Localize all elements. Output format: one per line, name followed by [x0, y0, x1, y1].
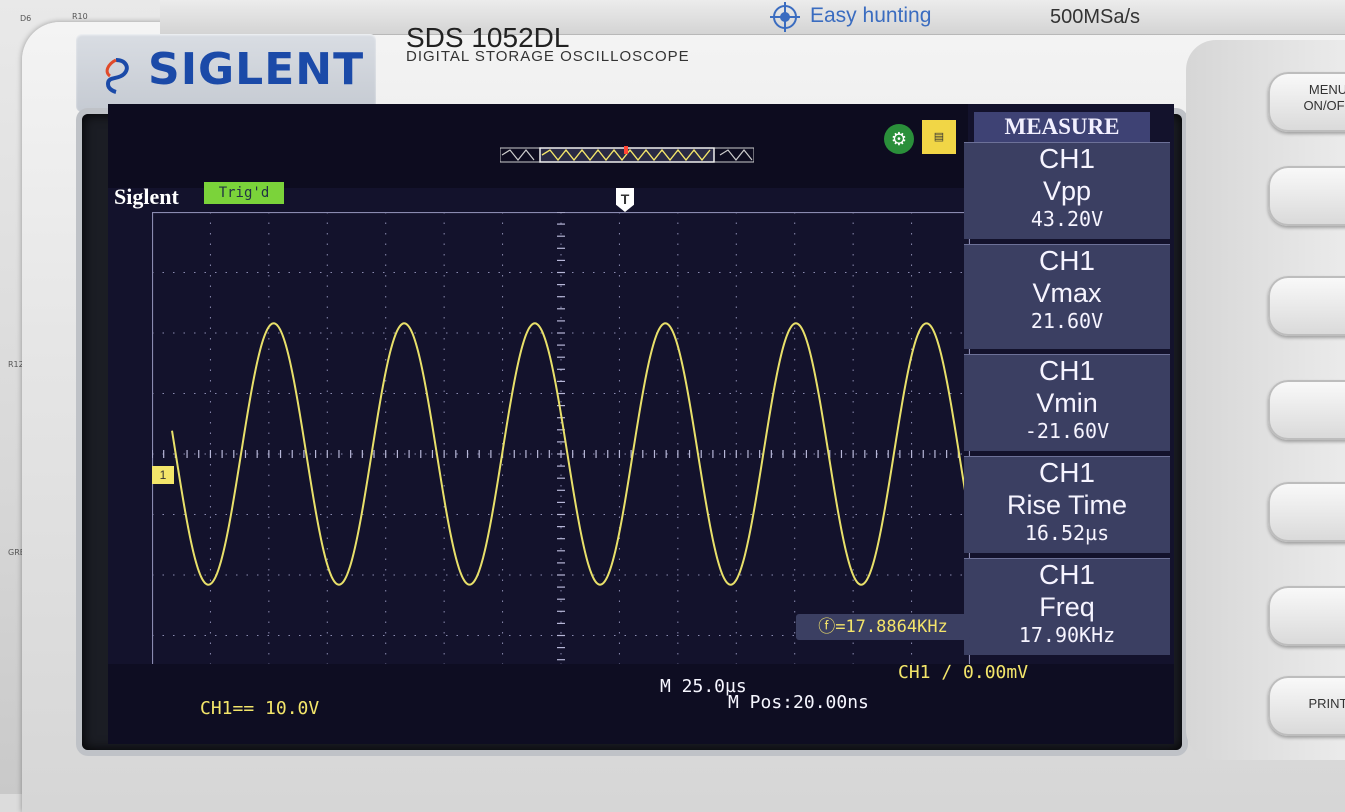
easy-hunting-label: Easy hunting: [810, 4, 932, 27]
trigger-level-label: CH1 ∕ 0.00mV: [898, 662, 1029, 683]
frequency-counter-readout: ⓕ=17.8864KHz: [796, 614, 970, 640]
model-subtitle: DIGITAL STORAGE OSCILLOSCOPE: [406, 48, 690, 65]
print-button-label: PRINT: [1308, 696, 1345, 711]
measure-channel: CH1: [1038, 355, 1095, 386]
measure-channel: CH1: [1038, 245, 1095, 276]
measure-slot-5[interactable]: CH1 Freq 17.90KHz: [964, 558, 1170, 655]
measure-value: 43.20V: [1030, 207, 1104, 231]
print-button[interactable]: PRINT: [1268, 676, 1345, 736]
measure-name: Vpp: [1042, 176, 1092, 206]
pcb-label-d6: D6: [20, 14, 32, 23]
softkey-2-button[interactable]: [1268, 276, 1345, 336]
ch1-scale-label: CH1== 10.0V: [200, 698, 320, 719]
pcb-label-r10: R10: [72, 12, 88, 21]
measure-channel: CH1: [1038, 559, 1095, 590]
measure-slot-1[interactable]: CH1 Vpp 43.20V: [964, 142, 1170, 239]
softkey-4-button[interactable]: [1268, 482, 1345, 542]
measure-value: -21.60V: [1024, 419, 1110, 443]
measure-menu-title: MEASURE: [974, 112, 1150, 142]
top-strip: Easy hunting 500MSa/s: [160, 0, 1345, 35]
measure-value: 21.60V: [1030, 309, 1104, 333]
softkey-3-button[interactable]: [1268, 380, 1345, 440]
screen-brand: Siglent: [114, 184, 179, 209]
horizontal-position-label: M Pos:20.00ns: [728, 692, 869, 713]
usb-status-icon: ⚙: [884, 124, 914, 154]
softkey-1-button[interactable]: [1268, 166, 1345, 226]
measure-name: Vmin: [1036, 388, 1098, 418]
measure-channel: CH1: [1038, 457, 1095, 488]
measure-name: Vmax: [1032, 278, 1102, 308]
menu-button-label: MENU ON/OFF: [1303, 82, 1345, 113]
measure-value: 16.52µs: [1024, 521, 1110, 545]
ch1-ground-marker: 1: [152, 466, 174, 484]
printer-status-icon: ▤: [922, 120, 956, 154]
crosshair-icon: [770, 2, 800, 32]
trigger-position-marker: [624, 146, 628, 154]
measure-slot-4[interactable]: CH1 Rise Time 16.52µs: [964, 456, 1170, 553]
measure-slot-2[interactable]: CH1 Vmax 21.60V: [964, 244, 1170, 349]
measure-name: Freq: [1039, 592, 1095, 622]
sample-rate-label: 500MSa/s: [1050, 6, 1141, 28]
measure-name: Rise Time: [1006, 490, 1128, 520]
measure-value: 17.90KHz: [1018, 623, 1116, 647]
softkey-5-button[interactable]: [1268, 586, 1345, 646]
measure-channel: CH1: [1038, 143, 1095, 174]
trigger-status-badge: Trig'd: [204, 182, 284, 204]
menu-on-off-button[interactable]: MENU ON/OFF: [1268, 72, 1345, 132]
siglent-logo-icon: [105, 58, 129, 94]
siglent-logo-text: SIGLENT: [148, 44, 365, 95]
measure-slot-3[interactable]: CH1 Vmin -21.60V: [964, 354, 1170, 451]
